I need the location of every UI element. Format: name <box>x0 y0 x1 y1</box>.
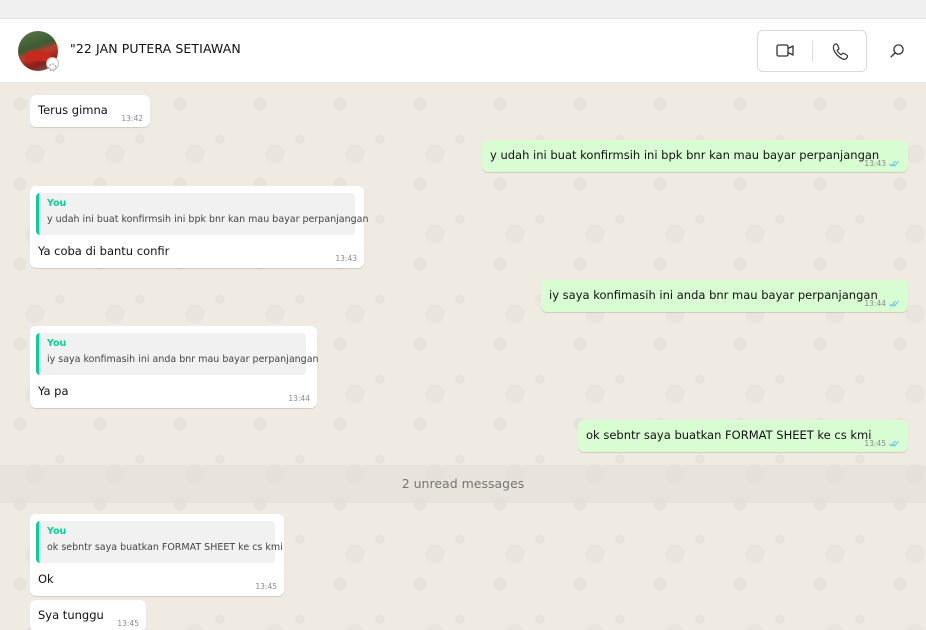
chat-header: "22 JAN PUTERA SETIAWAN <box>0 19 926 83</box>
quote-text: iy saya konfimasih ini anda bnr mau baya… <box>47 354 319 365</box>
message-time: 13:44 <box>864 299 886 308</box>
video-call-button[interactable] <box>758 31 812 71</box>
status-ring-icon <box>46 57 59 72</box>
message-text: Sya tunggu <box>38 608 104 622</box>
phone-icon <box>832 43 849 60</box>
quote-author: You <box>47 198 67 209</box>
message-list[interactable]: Terus gimna 13:42 y udah ini buat konfir… <box>0 84 926 630</box>
quote-text: y udah ini buat konfirmsih ini bpk bnr k… <box>47 214 369 225</box>
quoted-message[interactable]: You iy saya konfimasih ini anda bnr mau … <box>36 333 319 375</box>
read-receipt-icon <box>889 300 899 307</box>
message-time: 13:43 <box>335 254 357 263</box>
message-time: 13:45 <box>864 439 886 448</box>
message-outgoing[interactable]: ok sebntr saya buatkan FORMAT SHEET ke c… <box>578 420 908 452</box>
read-receipt-icon <box>889 440 899 447</box>
message-incoming[interactable]: You iy saya konfimasih ini anda bnr mau … <box>30 326 319 408</box>
message-text: ok sebntr saya buatkan FORMAT SHEET ke c… <box>586 428 872 442</box>
quote-author: You <box>47 338 67 349</box>
message-text: iy saya konfimasih ini anda bnr mau baya… <box>549 288 878 302</box>
message-time: 13:44 <box>288 394 310 403</box>
message-time: 13:45 <box>117 619 139 628</box>
voice-call-button[interactable] <box>813 31 867 71</box>
search-icon <box>890 44 904 58</box>
message-time: 13:43 <box>864 159 886 168</box>
window-top-strip <box>0 0 926 19</box>
message-time: 13:42 <box>121 114 143 123</box>
contact-name[interactable]: "22 JAN PUTERA SETIAWAN <box>70 41 241 56</box>
message-text: Terus gimna <box>38 103 108 117</box>
unread-messages-label: 2 unread messages <box>401 476 525 491</box>
unread-messages-divider: 2 unread messages <box>0 465 926 503</box>
message-incoming[interactable]: Sya tunggu 13:45 <box>30 600 146 630</box>
message-incoming[interactable]: You ok sebntr saya buatkan FORMAT SHEET … <box>30 514 284 596</box>
message-text: Ya pa <box>38 384 69 398</box>
message-text: y udah ini buat konfirmsih ini bpk bnr k… <box>490 148 880 162</box>
message-text: Ok <box>38 572 54 586</box>
message-outgoing[interactable]: iy saya konfimasih ini anda bnr mau baya… <box>541 280 908 312</box>
search-button[interactable] <box>884 39 910 65</box>
message-time: 13:45 <box>255 582 277 591</box>
quote-author: You <box>47 526 67 537</box>
call-buttons-group <box>757 30 867 72</box>
message-outgoing[interactable]: y udah ini buat konfirmsih ini bpk bnr k… <box>482 140 908 172</box>
message-text: Ya coba di bantu confir <box>38 244 170 258</box>
message-incoming[interactable]: Terus gimna 13:42 <box>30 95 150 127</box>
quote-text: ok sebntr saya buatkan FORMAT SHEET ke c… <box>47 542 283 553</box>
video-camera-icon <box>776 44 794 57</box>
message-incoming[interactable]: You y udah ini buat konfirmsih ini bpk b… <box>30 186 369 268</box>
read-receipt-icon <box>889 160 899 167</box>
quoted-message[interactable]: You y udah ini buat konfirmsih ini bpk b… <box>36 193 369 235</box>
quoted-message[interactable]: You ok sebntr saya buatkan FORMAT SHEET … <box>36 521 283 563</box>
